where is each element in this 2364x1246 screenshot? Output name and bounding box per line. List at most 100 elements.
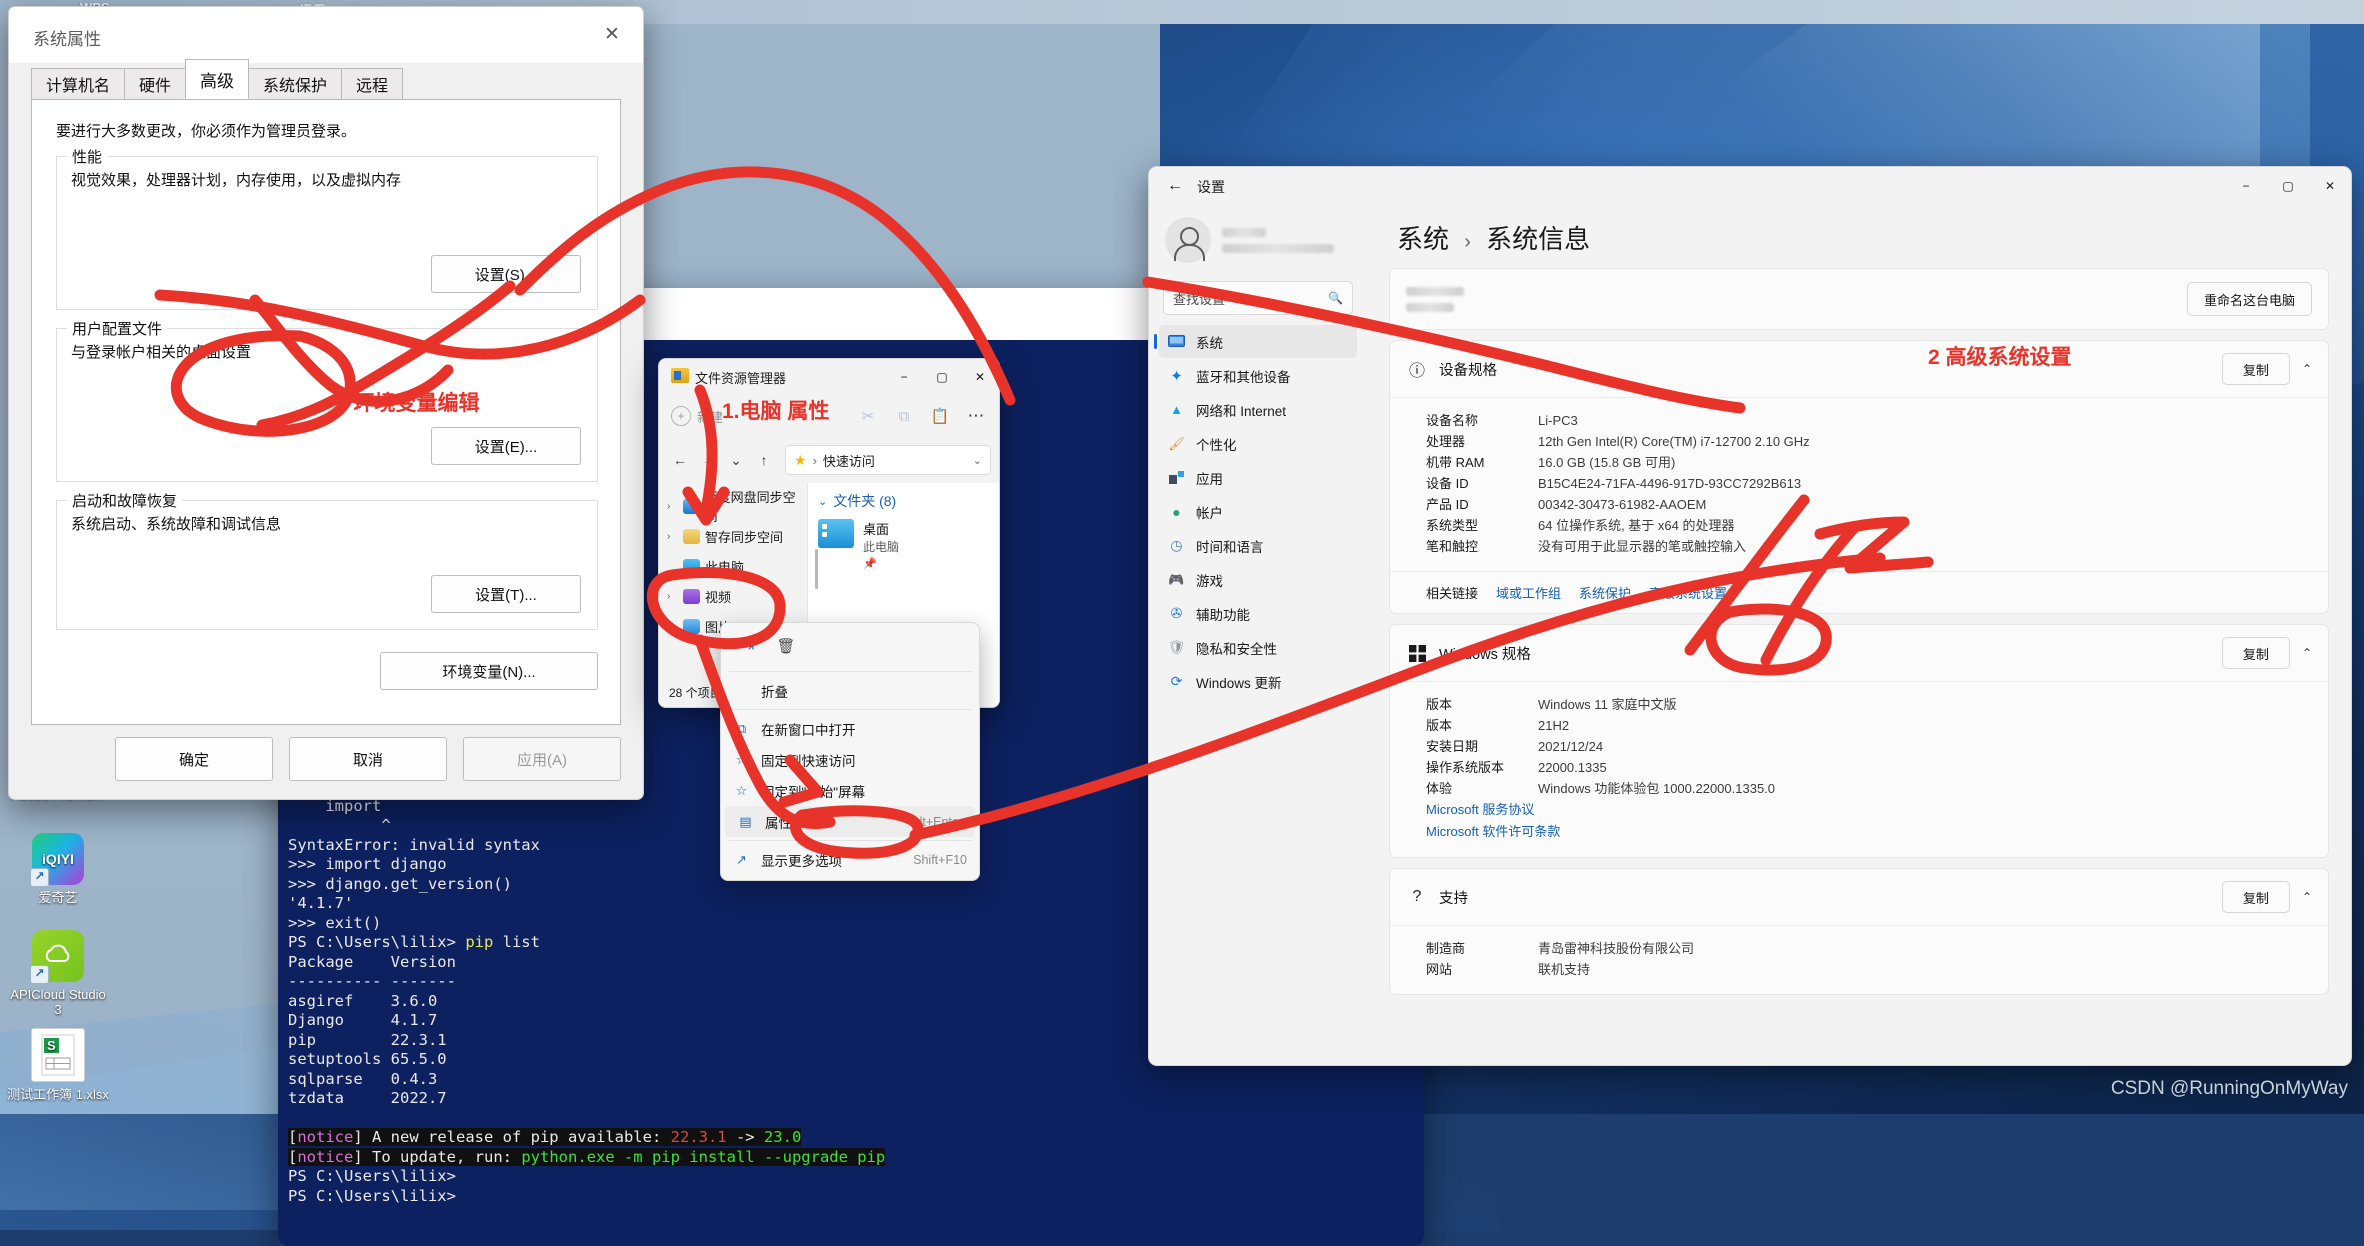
back-arrow-icon[interactable]: ←: [667, 447, 693, 473]
user-profile-settings-button[interactable]: 设置(E)...: [431, 427, 581, 465]
support-header[interactable]: ? 支持 复制 ⌃: [1390, 869, 2328, 925]
tab-system-protection[interactable]: 系统保护: [248, 68, 343, 99]
spec-key: 操作系统版本: [1426, 760, 1505, 775]
paste-icon[interactable]: 📋: [929, 405, 951, 427]
pane-splitter[interactable]: [815, 549, 818, 589]
delete-icon[interactable]: 🗑: [769, 632, 803, 660]
sidebar-item-system[interactable]: 系统: [1154, 325, 1357, 358]
menu-item-pin-start[interactable]: ☆ 固定到"开始"屏幕: [721, 775, 979, 806]
file-explorer-maximize-button[interactable]: ▢: [923, 359, 961, 395]
nav-item-zhicun-sync[interactable]: › 智存同步空间: [659, 521, 807, 551]
chevron-up-icon[interactable]: ⌃: [2302, 362, 2312, 376]
apply-button[interactable]: 应用(A): [463, 737, 621, 781]
chevron-down-icon[interactable]: ⌄: [973, 454, 982, 467]
sidebar-item-gaming[interactable]: 🎮 游戏: [1159, 563, 1357, 596]
system-properties-titlebar[interactable]: 系统属性 ✕: [9, 7, 643, 63]
sidebar-item-personalization[interactable]: 🖌 个性化: [1159, 427, 1357, 460]
sidebar-item-windows-update[interactable]: ⟳ Windows 更新: [1159, 665, 1357, 698]
close-icon[interactable]: ✕: [595, 19, 629, 49]
chevron-down-icon[interactable]: ⌄: [818, 495, 827, 508]
breadcrumb[interactable]: ★ › 快速访问 ⌄: [785, 445, 991, 475]
up-arrow-icon[interactable]: ↑: [751, 447, 777, 473]
spec-row: 笔和触控 没有可用于此显示器的笔或触控输入: [1426, 536, 2312, 557]
desktop-icon-apicloud-studio[interactable]: ↗ APICloud Studio 3: [6, 930, 110, 1017]
windows-spec-header[interactable]: Windows 规格 复制 ⌃: [1390, 625, 2328, 681]
context-menu-icon-row[interactable]: ⇥ 🗑: [721, 628, 979, 668]
sidebar-item-time-language[interactable]: ◷ 时间和语言: [1159, 529, 1357, 562]
file-explorer-close-button[interactable]: ✕: [961, 359, 999, 395]
copy-icon[interactable]: ⧉: [893, 405, 915, 427]
chevron-up-icon[interactable]: ⌃: [2302, 646, 2312, 660]
chevron-up-icon[interactable]: ⌃: [2302, 890, 2312, 904]
rename-pc-button[interactable]: 重命名这台电脑: [2186, 282, 2312, 316]
settings-window[interactable]: ← 设置 − ▢ ✕ 查找设置 🔍 系统 ✦ 蓝牙和其他设备 ▲ 网络和 Int…: [1148, 166, 2352, 1066]
file-explorer-titlebar[interactable]: 文件资源管理器 − ▢ ✕: [659, 359, 999, 395]
system-properties-tabstrip[interactable]: 计算机名 硬件 高级 系统保护 远程: [31, 59, 404, 99]
support-copy-button[interactable]: 复制: [2221, 881, 2290, 913]
forward-arrow-icon[interactable]: →: [695, 447, 721, 473]
link-domain-workgroup[interactable]: 域或工作组: [1496, 583, 1561, 602]
sidebar-item-privacy-security[interactable]: 🛡 隐私和安全性: [1159, 631, 1357, 664]
settings-maximize-button[interactable]: ▢: [2267, 167, 2309, 205]
settings-titlebar[interactable]: ← 设置 − ▢ ✕: [1149, 167, 2351, 205]
spec-value: 青岛雷神科技股份有限公司: [1538, 941, 1695, 956]
menu-item-show-more-options[interactable]: ↗ 显示更多选项 Shift+F10: [721, 844, 979, 875]
desktop-icon-iqiyi[interactable]: iQIYI ↗ 爱奇艺: [6, 833, 110, 905]
new-item-button[interactable]: + 新建: [671, 406, 723, 426]
sidebar-item-accessibility[interactable]: ✇ 辅助功能: [1159, 597, 1357, 630]
ok-button[interactable]: 确定: [115, 737, 273, 781]
folder-group-header[interactable]: ⌄ 文件夹 (8): [818, 491, 989, 511]
menu-item-properties[interactable]: ▤ 属性 Alt+Enter: [725, 806, 975, 837]
search-input[interactable]: 查找设置 🔍: [1163, 281, 1353, 315]
sidebar-item-network[interactable]: ▲ 网络和 Internet: [1159, 393, 1357, 426]
tab-advanced[interactable]: 高级: [185, 59, 250, 99]
environment-variables-button[interactable]: 环境变量(N)...: [380, 652, 598, 690]
sidebar-item-accounts[interactable]: ● 帐户: [1159, 495, 1357, 528]
link-online-support[interactable]: 联机支持: [1538, 959, 1590, 980]
tab-remote[interactable]: 远程: [341, 68, 404, 99]
chevron-right-icon[interactable]: ›: [667, 591, 678, 602]
nav-item-baidu-sync[interactable]: › 百度网盘同步空间: [659, 490, 807, 524]
desktop-icon-test-workbook[interactable]: S 测试工作簿 1.xlsx: [6, 1028, 110, 1102]
cut-icon[interactable]: ✂: [857, 405, 879, 427]
list-item[interactable]: 桌面 此电脑 📌: [818, 519, 989, 570]
back-arrow-icon[interactable]: ←: [1163, 175, 1187, 197]
chevron-right-icon[interactable]: ›: [667, 501, 678, 512]
file-explorer-command-bar[interactable]: + 新建 ✂ ⧉ 📋 ⋯: [659, 395, 999, 438]
menu-item-open-new-window[interactable]: ⧉ 在新窗口中打开: [721, 713, 979, 744]
breadcrumb-root[interactable]: 系统: [1397, 224, 1449, 254]
link-advanced-system-settings[interactable]: 高级系统设置: [1649, 583, 1727, 602]
file-explorer-minimize-button[interactable]: −: [885, 359, 923, 395]
device-spec-copy-button[interactable]: 复制: [2221, 353, 2290, 385]
windows-spec-card: Windows 规格 复制 ⌃ 版本 Windows 11 家庭中文版 版本 21H…: [1389, 624, 2329, 858]
performance-settings-button[interactable]: 设置(S)...: [431, 255, 581, 293]
system-properties-dialog[interactable]: 系统属性 ✕ 计算机名 硬件 高级 系统保护 远程 要进行大多数更改，你必须作为…: [8, 6, 644, 800]
menu-item-pin-quick-access[interactable]: ☆ 固定到快速访问: [721, 744, 979, 775]
cut-icon[interactable]: ⇥: [731, 632, 765, 660]
cancel-button[interactable]: 取消: [289, 737, 447, 781]
link-microsoft-software-license[interactable]: Microsoft 软件许可条款: [1426, 821, 2312, 843]
tab-hardware[interactable]: 硬件: [124, 68, 187, 99]
chevron-right-icon[interactable]: ›: [667, 531, 678, 542]
file-explorer-navigation-bar[interactable]: ← → ⌄ ↑ ★ › 快速访问 ⌄: [659, 437, 999, 484]
link-system-protection[interactable]: 系统保护: [1579, 583, 1631, 602]
console-line: PS C:\Users\lilix>: [288, 1167, 456, 1185]
windows-spec-copy-button[interactable]: 复制: [2221, 637, 2290, 669]
chevron-right-icon[interactable]: ›: [667, 621, 678, 632]
sidebar-item-apps[interactable]: 应用: [1159, 461, 1357, 494]
link-microsoft-services-agreement[interactable]: Microsoft 服务协议: [1426, 799, 2312, 821]
startup-recovery-settings-button[interactable]: 设置(T)...: [431, 575, 581, 613]
recent-chevron-down-icon[interactable]: ⌄: [723, 447, 749, 473]
account-summary[interactable]: [1159, 205, 1357, 267]
device-spec-header[interactable]: ⓘ 设备规格 复制 ⌃: [1390, 341, 2328, 397]
nav-item-videos[interactable]: › 视频: [659, 581, 807, 611]
menu-item-collapse[interactable]: 折叠: [721, 675, 979, 706]
nav-item-this-pc[interactable]: 此电脑: [659, 551, 807, 581]
tab-computer-name[interactable]: 计算机名: [31, 68, 126, 99]
sidebar-item-bluetooth[interactable]: ✦ 蓝牙和其他设备: [1159, 359, 1357, 392]
context-menu[interactable]: ⇥ 🗑 折叠 ⧉ 在新窗口中打开 ☆ 固定到快速访问 ☆ 固定到"开始"屏幕 ▤…: [720, 622, 980, 881]
settings-minimize-button[interactable]: −: [2225, 167, 2267, 205]
more-icon[interactable]: ⋯: [965, 405, 987, 427]
settings-close-button[interactable]: ✕: [2309, 167, 2351, 205]
settings-sidebar[interactable]: 查找设置 🔍 系统 ✦ 蓝牙和其他设备 ▲ 网络和 Internet 🖌 个性化: [1149, 205, 1367, 1065]
